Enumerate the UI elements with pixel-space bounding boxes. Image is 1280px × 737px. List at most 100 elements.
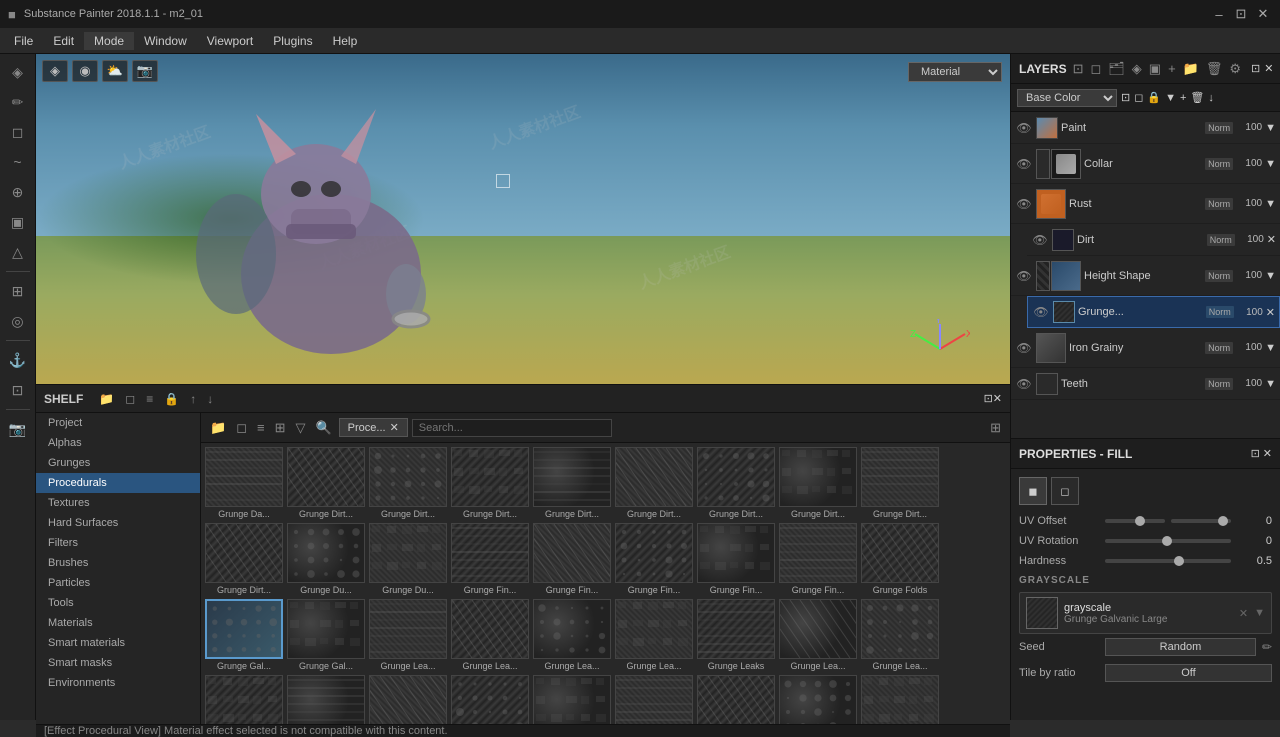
shelf-grid-item-24[interactable]: Grunge Leaks: [697, 599, 775, 671]
shelf-grid-item-17[interactable]: Grunge Folds: [861, 523, 939, 595]
shelf-import-icon[interactable]: ↑: [186, 390, 200, 408]
shelf-cat-project[interactable]: Project: [36, 413, 200, 433]
tool-fill[interactable]: ▣: [4, 208, 32, 236]
layer-height-shape[interactable]: 👁 Height Shape Norm 100 ▼: [1011, 256, 1280, 296]
shelf-folder-icon[interactable]: 📁: [95, 390, 118, 408]
seed-value[interactable]: Random: [1105, 638, 1256, 656]
tool-clone[interactable]: ⊕: [4, 178, 32, 206]
shelf-tb-options[interactable]: ⊞: [272, 418, 289, 438]
tool-geometry[interactable]: △: [4, 238, 32, 266]
layer-grunge[interactable]: 👁 Grunge... Norm 100 ✕: [1027, 296, 1280, 328]
grayscale-chevron[interactable]: ▼: [1254, 607, 1265, 619]
channel-icon-1[interactable]: ⊡: [1121, 91, 1130, 104]
layer-grunge-del[interactable]: ✕: [1266, 306, 1275, 319]
shelf-grid-item-23[interactable]: Grunge Lea...: [615, 599, 693, 671]
uv-offset-track-y[interactable]: [1171, 519, 1231, 523]
menu-help[interactable]: Help: [323, 32, 368, 50]
shelf-new-icon[interactable]: ◻: [121, 390, 139, 408]
layer-rust-eye[interactable]: 👁: [1015, 195, 1033, 213]
tool-select[interactable]: ◈: [4, 58, 32, 86]
layer-rust-del[interactable]: ▼: [1265, 198, 1276, 210]
layer-grunge-blend[interactable]: Norm: [1206, 306, 1234, 318]
layer-rust[interactable]: 👁 Rust Norm 100 ▼: [1011, 184, 1280, 224]
tool-bake[interactable]: ⊡: [4, 376, 32, 404]
props-icon-close[interactable]: ✕: [1263, 447, 1272, 460]
view-3d-btn[interactable]: ◈: [42, 60, 68, 82]
layer-iron-del[interactable]: ▼: [1265, 342, 1276, 354]
layer-collar-eye[interactable]: 👁: [1015, 155, 1033, 173]
shelf-grid-item-26[interactable]: Grunge Lea...: [861, 599, 939, 671]
layer-icon-6[interactable]: +: [1166, 59, 1178, 79]
shelf-grid-item-21[interactable]: Grunge Lea...: [451, 599, 529, 671]
tile-value[interactable]: Off: [1105, 664, 1272, 682]
layer-paint[interactable]: 👁 Paint Norm 100 ▼: [1011, 112, 1280, 144]
menu-window[interactable]: Window: [134, 32, 197, 50]
layer-teeth-del[interactable]: ▼: [1265, 378, 1276, 390]
layer-paint-del[interactable]: ▼: [1265, 122, 1276, 134]
shelf-grid-item-15[interactable]: Grunge Fin...: [697, 523, 775, 595]
minimize-button[interactable]: –: [1210, 5, 1228, 23]
seed-edit-icon[interactable]: ✏: [1262, 640, 1272, 654]
shelf-cat-textures[interactable]: Textures: [36, 493, 200, 513]
tool-picker[interactable]: ◎: [4, 307, 32, 335]
view-sphere-btn[interactable]: ◉: [72, 60, 98, 82]
layer-icon-3[interactable]: 🗂: [1106, 59, 1127, 79]
layer-dirt[interactable]: 👁 Dirt Norm 100 ✕: [1027, 224, 1280, 256]
shelf-grid-item-13[interactable]: Grunge Fin...: [533, 523, 611, 595]
layer-height-eye[interactable]: 👁: [1015, 267, 1033, 285]
shelf-grid-item-32[interactable]: Grunge Gri...: [615, 675, 693, 724]
shelf-grid-item-12[interactable]: Grunge Fin...: [451, 523, 529, 595]
shelf-grid-item-10[interactable]: Grunge Du...: [287, 523, 365, 595]
shelf-cat-filters[interactable]: Filters: [36, 533, 200, 553]
shelf-grid-item-22[interactable]: Grunge Lea...: [533, 599, 611, 671]
shelf-cat-smart-materials[interactable]: Smart materials: [36, 633, 200, 653]
shelf-cat-environments[interactable]: Environments: [36, 673, 200, 693]
layer-icon-2[interactable]: ◻: [1088, 59, 1103, 79]
tool-anchor[interactable]: ⚓: [4, 346, 32, 374]
fill-gray-icon[interactable]: ◻: [1051, 477, 1079, 505]
shelf-tb-grid[interactable]: ≡: [254, 418, 268, 437]
layer-teeth-eye[interactable]: 👁: [1015, 375, 1033, 393]
shelf-grid-item-14[interactable]: Grunge Fin...: [615, 523, 693, 595]
layer-collar[interactable]: 👁 Collar Norm 100 ▼: [1011, 144, 1280, 184]
view-cam-btn[interactable]: 📷: [132, 60, 158, 82]
layer-icon-4[interactable]: ◈: [1130, 59, 1144, 79]
layer-dirt-blend[interactable]: Norm: [1207, 234, 1235, 246]
tool-eraser[interactable]: ◻: [4, 118, 32, 146]
shelf-cat-brushes[interactable]: Brushes: [36, 553, 200, 573]
shelf-grid-item-9[interactable]: Grunge Dirt...: [205, 523, 283, 595]
layer-iron-blend[interactable]: Norm: [1205, 342, 1233, 354]
shelf-grid-item-11[interactable]: Grunge Du...: [369, 523, 447, 595]
shelf-cat-grunges[interactable]: Grunges: [36, 453, 200, 473]
channel-icon-3[interactable]: 🔒: [1147, 91, 1161, 104]
shelf-grid-item-31[interactable]: Grunge Gri...: [533, 675, 611, 724]
layers-close-icon[interactable]: ✕: [1264, 62, 1273, 75]
view-env-btn[interactable]: ⛅: [102, 60, 128, 82]
shelf-grid-item-8[interactable]: Grunge Dirt...: [861, 447, 939, 519]
shelf-grid-item-35[interactable]: Grunge Spl...: [861, 675, 939, 724]
layer-icon-1[interactable]: ⊡: [1071, 59, 1086, 79]
shelf-grid-item-33[interactable]: Grunge Gri...: [697, 675, 775, 724]
uv-offset-track-x[interactable]: [1105, 519, 1165, 523]
layer-height-del[interactable]: ▼: [1265, 270, 1276, 282]
shelf-grid-item-28[interactable]: Grunge Ma...: [287, 675, 365, 724]
layer-collar-del[interactable]: ▼: [1265, 158, 1276, 170]
shelf-tb-folder[interactable]: 📁: [207, 418, 229, 438]
layer-dirt-eye[interactable]: 👁: [1031, 231, 1049, 249]
fill-color-icon[interactable]: ◼: [1019, 477, 1047, 505]
shelf-grid-item-5[interactable]: Grunge Dirt...: [615, 447, 693, 519]
shelf-lock-icon[interactable]: 🔒: [160, 390, 183, 408]
layer-delete-icon[interactable]: 🗑: [1204, 59, 1225, 79]
material-select[interactable]: Material Albedo Roughness Metallic Norma…: [908, 62, 1002, 82]
shelf-grid-item-6[interactable]: Grunge Dirt...: [697, 447, 775, 519]
maximize-button[interactable]: ⊡: [1232, 5, 1250, 23]
shelf-cat-hard-surfaces[interactable]: Hard Surfaces: [36, 513, 200, 533]
layer-teeth[interactable]: 👁 Teeth Norm 100 ▼: [1011, 368, 1280, 400]
shelf-grid-item-34[interactable]: Grunge Gri...: [779, 675, 857, 724]
layer-dirt-del[interactable]: ✕: [1267, 233, 1276, 246]
shelf-cat-particles[interactable]: Particles: [36, 573, 200, 593]
shelf-grid-item-4[interactable]: Grunge Dirt...: [533, 447, 611, 519]
shelf-grid-item-19[interactable]: Grunge Gal...: [287, 599, 365, 671]
grayscale-close[interactable]: ✕: [1239, 607, 1248, 620]
uv-offset-handle-y[interactable]: [1218, 516, 1228, 526]
